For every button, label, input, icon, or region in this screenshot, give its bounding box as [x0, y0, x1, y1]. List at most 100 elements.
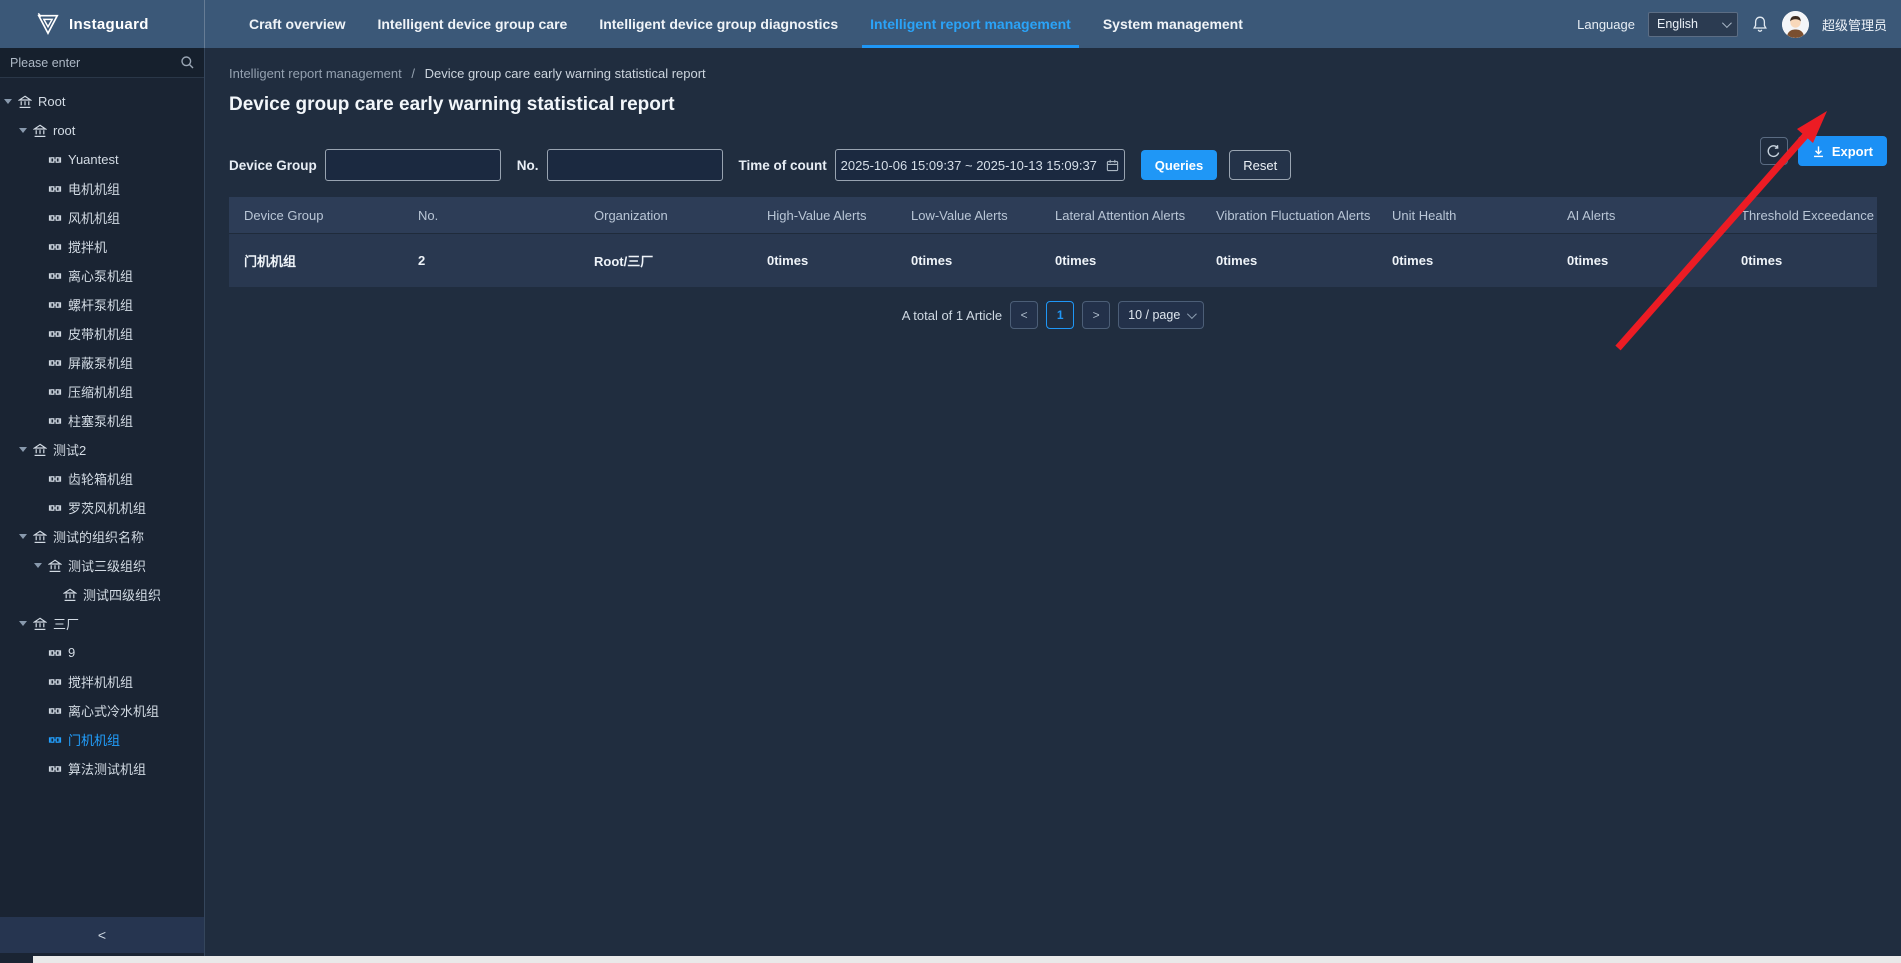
tree-node-测试的组织名称[interactable]: 测试的组织名称 — [0, 522, 204, 551]
nav-item-intelligent-device-group-diagnostics[interactable]: Intelligent device group diagnostics — [599, 0, 838, 48]
tree-node-搅拌机机组[interactable]: 搅拌机机组 — [0, 667, 204, 696]
tree-node-测试四级组织[interactable]: 测试四级组织 — [0, 580, 204, 609]
tree-node-柱塞泵机组[interactable]: 柱塞泵机组 — [0, 406, 204, 435]
tree-node-label: 测试的组织名称 — [53, 530, 145, 545]
device-group-icon — [48, 472, 62, 486]
caret-down-icon[interactable] — [19, 621, 27, 630]
tree-node-label: 皮带机机组 — [68, 327, 134, 342]
organization-icon — [33, 530, 47, 544]
column-header: Organization — [594, 207, 668, 223]
device-group-icon — [48, 356, 62, 370]
date-range-input[interactable]: 2025-10-06 15:09:37 ~ 2025-10-13 15:09:3… — [834, 149, 1125, 181]
tree-node-测试三级组织[interactable]: 测试三级组织 — [0, 551, 204, 580]
caret-down-icon[interactable] — [19, 447, 27, 456]
organization-icon — [63, 588, 77, 602]
tree-node-三厂[interactable]: 三厂 — [0, 609, 204, 638]
device-group-icon — [48, 704, 62, 718]
tree-node-离心式冷水机组[interactable]: 离心式冷水机组 — [0, 696, 204, 725]
tree-node-Yuantest[interactable]: Yuantest — [0, 145, 204, 174]
notification-bell-icon[interactable] — [1751, 15, 1769, 33]
queries-button[interactable]: Queries — [1140, 150, 1218, 180]
export-button-label: Export — [1831, 143, 1873, 159]
avatar[interactable] — [1781, 10, 1809, 38]
tree-node-螺杆泵机组[interactable]: 螺杆泵机组 — [0, 290, 204, 319]
user-name[interactable]: 超级管理员 — [1822, 15, 1887, 34]
pagination-prev-button[interactable]: < — [1010, 301, 1039, 329]
tree-node-风机机组[interactable]: 风机机组 — [0, 203, 204, 232]
nav-item-intelligent-report-management[interactable]: Intelligent report management — [862, 0, 1079, 48]
tree-node-压缩机机组[interactable]: 压缩机机组 — [0, 377, 204, 406]
breadcrumb-parent[interactable]: Intelligent report management — [229, 66, 402, 81]
language-select-value: English — [1656, 17, 1698, 31]
tree-node-门机机组[interactable]: 门机机组 — [0, 725, 204, 754]
device-group-icon — [48, 675, 62, 689]
tree-node-9[interactable]: 9 — [0, 638, 204, 667]
page-title: Device group care early warning statisti… — [229, 94, 675, 115]
page-size-select[interactable]: 10 / page — [1118, 301, 1205, 329]
tree-node-屏蔽泵机组[interactable]: 屏蔽泵机组 — [0, 348, 204, 377]
nav-menu: Craft overview Intelligent device group c… — [249, 0, 1243, 48]
breadcrumb-current: Device group care early warning statisti… — [424, 66, 706, 81]
export-button[interactable]: Export — [1797, 136, 1887, 166]
organization-icon — [48, 559, 62, 573]
tree-node-测试2[interactable]: 测试2 — [0, 435, 204, 464]
table-cell: 2 — [418, 253, 426, 268]
tree-node-label: 9 — [68, 645, 76, 660]
search-input[interactable] — [0, 48, 204, 77]
tree-node-电机机组[interactable]: 电机机组 — [0, 174, 204, 203]
column-header: Lateral Attention Alerts — [1055, 207, 1186, 223]
page-size-value: 10 / page — [1128, 308, 1181, 322]
device-group-icon — [48, 414, 62, 428]
nav-item-craft-overview[interactable]: Craft overview — [249, 0, 345, 48]
device-group-icon — [48, 298, 62, 312]
pagination-next-button[interactable]: > — [1082, 301, 1111, 329]
tree-node-label: 螺杆泵机组 — [68, 298, 134, 313]
tree-node-离心泵机组[interactable]: 离心泵机组 — [0, 261, 204, 290]
nav-item-system-management[interactable]: System management — [1103, 0, 1243, 48]
org-tree: Root root Yuantest 电机机组 风机机组 搅拌机 离心泵机组螺杆泵机组皮带机… — [0, 78, 204, 917]
tree-node-label: 齿轮箱机组 — [68, 472, 134, 487]
nav-right: Language English 超级管理员 — [1577, 10, 1901, 38]
tree-node-Root[interactable]: Root — [0, 87, 204, 116]
tree-node-皮带机机组[interactable]: 皮带机机组 — [0, 319, 204, 348]
date-range-value: 2025-10-06 15:09:37 ~ 2025-10-13 15:09:3… — [840, 157, 1097, 173]
device-group-icon — [48, 501, 62, 515]
search-icon[interactable] — [180, 55, 195, 75]
column-header: Threshold Exceedance — [1741, 207, 1874, 223]
no-input[interactable] — [546, 149, 723, 181]
language-select[interactable]: English — [1647, 11, 1738, 37]
tree-node-label: 测试2 — [53, 443, 87, 458]
refresh-button[interactable] — [1759, 137, 1788, 165]
tree-node-齿轮箱机组[interactable]: 齿轮箱机组 — [0, 464, 204, 493]
sidebar-collapse-button[interactable]: < — [0, 917, 204, 953]
device-group-icon — [48, 182, 62, 196]
caret-down-icon[interactable] — [19, 128, 27, 137]
horizontal-scrollbar[interactable] — [33, 956, 1901, 963]
caret-down-icon[interactable] — [19, 534, 27, 543]
device-group-icon — [48, 646, 62, 660]
time-of-count-label: Time of count — [738, 157, 827, 173]
column-header: Device Group — [244, 207, 324, 223]
tree-node-罗茨风机机组[interactable]: 罗茨风机机组 — [0, 493, 204, 522]
no-filter-label: No. — [516, 157, 539, 173]
pagination-page-1[interactable]: 1 — [1046, 301, 1075, 329]
tree-node-搅拌机[interactable]: 搅拌机 — [0, 232, 204, 261]
table-row[interactable]: 门机机组 2 Root/三厂 0times 0times 0times 0times 0tim… — [229, 233, 1877, 287]
table-cell: Root/三厂 — [594, 254, 654, 269]
tree-node-label: 三厂 — [53, 617, 80, 632]
breadcrumb-separator: / — [411, 66, 415, 81]
reset-button[interactable]: Reset — [1229, 150, 1292, 180]
tree-node-算法测试机组[interactable]: 算法测试机组 — [0, 754, 204, 783]
tree-node-label: root — [53, 123, 76, 138]
chevron-down-icon — [1721, 17, 1732, 28]
table-cell: 0times — [1055, 253, 1097, 268]
caret-down-icon[interactable] — [4, 99, 12, 108]
sidebar: Root root Yuantest 电机机组风机机组搅拌机离心泵机组螺杆泵机组皮带机… — [0, 48, 205, 963]
column-header: Unit Health — [1392, 207, 1457, 223]
tree-node-root[interactable]: root — [0, 116, 204, 145]
tree-node-label: 算法测试机组 — [68, 762, 147, 777]
caret-down-icon[interactable] — [34, 563, 42, 572]
device-group-icon — [48, 153, 62, 167]
nav-item-intelligent-device-group-care[interactable]: Intelligent device group care — [377, 0, 567, 48]
device-group-input[interactable] — [324, 149, 501, 181]
